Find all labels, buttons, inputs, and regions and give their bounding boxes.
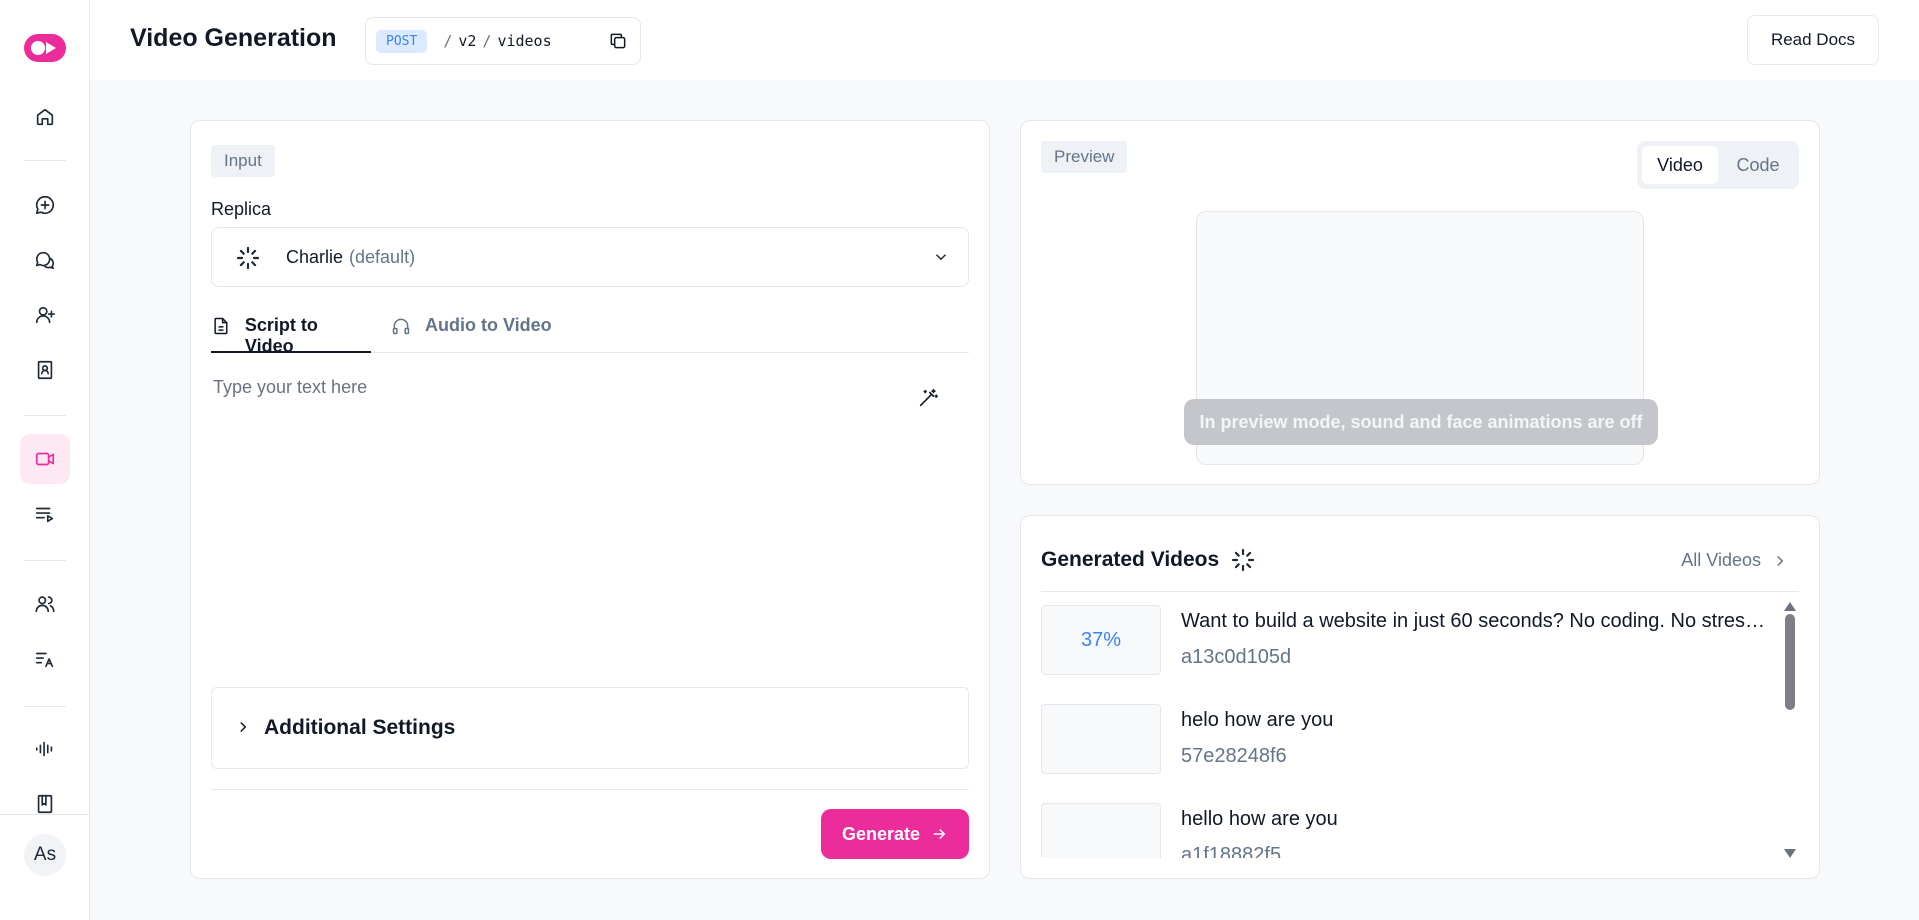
sidebar-item-translations[interactable] xyxy=(20,634,70,684)
sidebar-item-home[interactable] xyxy=(20,92,70,142)
video-script-text: hello how are you xyxy=(1181,808,1338,830)
playlist-icon xyxy=(35,507,54,523)
sidebar-divider xyxy=(24,160,66,161)
tab-audio-to-video[interactable]: Audio to Video xyxy=(391,311,571,353)
generate-label: Generate xyxy=(841,823,921,844)
endpoint-path: POST / v2 / videos xyxy=(365,17,641,65)
audio-waveform-icon xyxy=(35,741,53,757)
all-videos-label: All Videos xyxy=(1681,550,1761,570)
chat-plus-icon xyxy=(35,195,55,215)
loading-spinner-icon xyxy=(1231,548,1255,572)
path-segment: videos xyxy=(497,32,552,50)
generated-videos-title: Generated Videos xyxy=(1041,548,1220,571)
home-icon xyxy=(36,108,54,126)
tab-script-to-video[interactable]: Script to Video xyxy=(211,311,371,356)
input-mode-tabs: Script to Video Audio to Video xyxy=(211,311,969,356)
path-segment: v2 xyxy=(458,32,477,50)
chevron-right-icon xyxy=(1777,555,1784,566)
sidebar-item-docs[interactable] xyxy=(20,779,70,829)
users-icon xyxy=(35,596,55,613)
loading-spinner-icon xyxy=(236,246,260,270)
page-title: Video Generation xyxy=(130,24,337,52)
generated-videos-heading: Generated Videos xyxy=(1041,548,1255,572)
headphones-icon xyxy=(392,318,410,335)
sidebar-item-conversations[interactable] xyxy=(20,235,70,285)
video-list-item[interactable]: hello how are you a1f18882f5 xyxy=(1041,790,1781,858)
video-camera-icon xyxy=(35,452,55,466)
sidebar-item-audio[interactable] xyxy=(20,724,70,774)
magic-wand-icon xyxy=(919,388,938,407)
preview-mode-toggle: Video Code xyxy=(1637,141,1799,189)
copy-icon xyxy=(610,33,626,49)
sidebar: As xyxy=(0,0,90,920)
sidebar-item-videos[interactable] xyxy=(20,489,70,539)
sidebar-divider xyxy=(0,814,90,815)
sidebar-item-personas[interactable] xyxy=(20,579,70,629)
video-thumbnail-progress: 37% xyxy=(1041,605,1161,675)
video-id: a1f18882f5 xyxy=(1181,844,1282,858)
path-separator: / xyxy=(443,32,453,50)
additional-settings-label: Additional Settings xyxy=(264,716,456,739)
video-id: 57e28248f6 xyxy=(1181,745,1287,767)
avatar[interactable]: As xyxy=(24,834,66,876)
divider xyxy=(211,789,969,790)
sidebar-item-video-generation[interactable] xyxy=(20,434,70,484)
user-plus-icon xyxy=(35,306,55,324)
chevron-down-icon xyxy=(935,254,947,261)
video-script-text: helo how are you xyxy=(1181,709,1334,731)
read-docs-button[interactable]: Read Docs xyxy=(1747,15,1879,65)
replica-label: Replica xyxy=(211,199,272,219)
preview-card: Preview Video Code In preview mode, soun… xyxy=(1020,120,1820,485)
replica-default-badge: (default) xyxy=(349,246,416,267)
scroll-down-arrow-icon[interactable] xyxy=(1784,849,1796,858)
sidebar-item-replicas[interactable] xyxy=(20,345,70,395)
video-thumbnail xyxy=(1041,803,1161,858)
script-textarea[interactable]: Type your text here xyxy=(213,377,893,398)
video-script-text: Want to build a website in just 60 secon… xyxy=(1181,610,1771,632)
toggle-video[interactable]: Video xyxy=(1642,146,1718,184)
generated-videos-card: Generated Videos All Videos 37% Want to … xyxy=(1020,515,1820,879)
video-thumbnail xyxy=(1041,704,1161,774)
replica-name: Charlie xyxy=(286,246,344,267)
contact-book-icon xyxy=(37,360,53,380)
list-scrollbar[interactable] xyxy=(1783,602,1797,858)
input-card: Input Replica Charlie (default) Script t… xyxy=(190,120,990,879)
path-separator: / xyxy=(482,32,492,50)
generated-videos-list: 37% Want to build a website in just 60 s… xyxy=(1041,592,1781,858)
replica-select[interactable]: Charlie (default) xyxy=(211,227,969,287)
chat-bubbles-icon xyxy=(35,251,55,270)
magic-wand-button[interactable] xyxy=(917,387,939,409)
generate-button[interactable]: Generate xyxy=(821,809,969,859)
sidebar-divider xyxy=(24,560,66,561)
document-icon xyxy=(214,317,228,335)
arrow-right-icon xyxy=(933,828,946,840)
preview-tag: Preview xyxy=(1041,141,1128,173)
video-list-item[interactable]: 37% Want to build a website in just 60 s… xyxy=(1041,592,1781,675)
tab-label: Audio to Video xyxy=(425,315,552,335)
input-tag: Input xyxy=(211,145,275,177)
translate-list-icon xyxy=(35,652,54,668)
http-method-badge: POST xyxy=(376,29,428,53)
sidebar-divider xyxy=(24,706,66,707)
sidebar-item-new-conversation[interactable] xyxy=(20,180,70,230)
tab-label: Script to Video xyxy=(244,315,318,356)
toggle-code[interactable]: Code xyxy=(1721,146,1795,184)
book-icon xyxy=(37,794,53,814)
preview-notice: In preview mode, sound and face animatio… xyxy=(1184,399,1658,445)
top-bar: Video Generation POST / v2 / videos Read… xyxy=(90,0,1919,80)
scrollbar-thumb[interactable] xyxy=(1785,614,1795,710)
video-list-item[interactable]: helo how are you 57e28248f6 xyxy=(1041,691,1781,774)
all-videos-link[interactable]: All Videos xyxy=(1681,550,1789,571)
copy-endpoint-button[interactable] xyxy=(608,31,628,51)
app-logo[interactable] xyxy=(24,34,66,62)
chevron-right-icon xyxy=(240,721,247,733)
video-id: a13c0d105d xyxy=(1181,646,1292,668)
sidebar-item-create-replica[interactable] xyxy=(20,290,70,340)
additional-settings-toggle[interactable]: Additional Settings xyxy=(211,687,969,769)
sidebar-divider xyxy=(24,415,66,416)
scroll-up-arrow-icon[interactable] xyxy=(1784,602,1796,611)
